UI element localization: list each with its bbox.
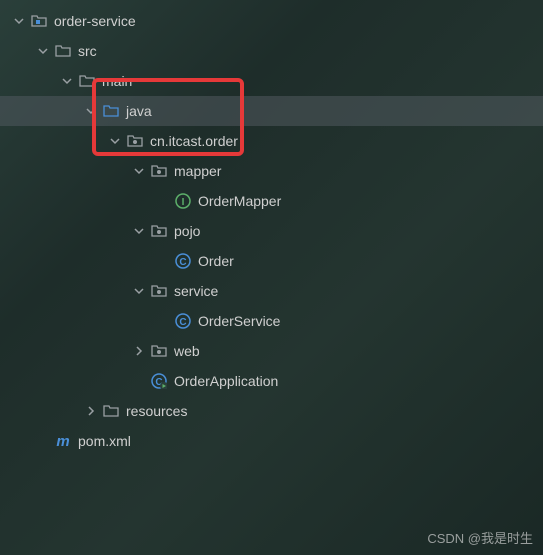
package-icon (150, 342, 168, 360)
maven-icon (54, 432, 72, 450)
tree-item-folder[interactable]: main (0, 66, 543, 96)
package-icon (126, 132, 144, 150)
chevron-down-icon[interactable] (108, 134, 122, 148)
tree-item-label: src (78, 43, 97, 59)
tree-item-label: web (174, 343, 200, 359)
tree-item-file[interactable]: pom.xml (0, 426, 543, 456)
tree-item-folder[interactable]: src (0, 36, 543, 66)
tree-item-interface[interactable]: OrderMapper (0, 186, 543, 216)
tree-item-label: mapper (174, 163, 221, 179)
tree-item-class-runnable[interactable]: OrderApplication (0, 366, 543, 396)
watermark: CSDN @我是时生 (427, 528, 533, 547)
interface-icon (174, 192, 192, 210)
package-icon (150, 162, 168, 180)
tree-item-package[interactable]: cn.itcast.order (0, 126, 543, 156)
tree-item-label: Order (198, 253, 234, 269)
tree-item-package[interactable]: web (0, 336, 543, 366)
tree-item-label: order-service (54, 13, 136, 29)
tree-item-label: pom.xml (78, 433, 131, 449)
tree-item-label: OrderApplication (174, 373, 278, 389)
tree-item-package[interactable]: mapper (0, 156, 543, 186)
class-runnable-icon (150, 372, 168, 390)
tree-item-label: resources (126, 403, 187, 419)
folder-icon (54, 42, 72, 60)
chevron-down-icon[interactable] (60, 74, 74, 88)
tree-item-label: pojo (174, 223, 200, 239)
chevron-right-icon[interactable] (132, 344, 146, 358)
chevron-down-icon[interactable] (132, 164, 146, 178)
tree-item-class[interactable]: Order (0, 246, 543, 276)
project-tree: order-service src main java cn.itcast.or… (0, 0, 543, 456)
tree-item-label: service (174, 283, 218, 299)
package-icon (150, 222, 168, 240)
module-icon (30, 12, 48, 30)
chevron-down-icon[interactable] (132, 224, 146, 238)
package-icon (150, 282, 168, 300)
tree-item-package[interactable]: pojo (0, 216, 543, 246)
tree-item-label: OrderService (198, 313, 280, 329)
chevron-down-icon[interactable] (84, 104, 98, 118)
class-icon (174, 252, 192, 270)
tree-item-package[interactable]: service (0, 276, 543, 306)
class-icon (174, 312, 192, 330)
tree-item-label: cn.itcast.order (150, 133, 238, 149)
tree-item-class[interactable]: OrderService (0, 306, 543, 336)
tree-item-folder[interactable]: resources (0, 396, 543, 426)
chevron-down-icon[interactable] (132, 284, 146, 298)
tree-item-module[interactable]: order-service (0, 6, 543, 36)
tree-item-source-folder[interactable]: java (0, 96, 543, 126)
tree-item-label: OrderMapper (198, 193, 281, 209)
chevron-down-icon[interactable] (12, 14, 26, 28)
folder-icon (102, 402, 120, 420)
chevron-down-icon[interactable] (36, 44, 50, 58)
folder-icon (78, 72, 96, 90)
folder-source-icon (102, 102, 120, 120)
tree-item-label: java (126, 103, 152, 119)
tree-item-label: main (102, 73, 132, 89)
chevron-right-icon[interactable] (84, 404, 98, 418)
